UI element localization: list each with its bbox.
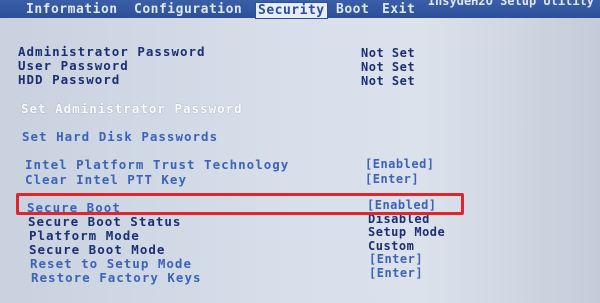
restore-factory-keys-item[interactable]: Restore Factory Keys [31,271,202,285]
menu-configuration[interactable]: Configuration [134,2,242,17]
reset-setup-mode-value[interactable]: [Enter] [369,252,423,266]
menu-bar: Information Configuration Security Boot … [0,0,600,19]
admin-password-value: Not Set [361,46,416,60]
user-password-value: Not Set [361,60,416,74]
user-password-label: User Password [18,58,129,73]
secure-boot-mode-label: Secure Boot Mode [29,242,166,257]
restore-factory-keys-value[interactable]: [Enter] [369,266,423,280]
platform-mode-label: Platform Mode [29,228,140,243]
set-admin-password-item[interactable]: Set Administrator Password [21,102,243,116]
admin-password-label: Administrator Password [18,44,206,59]
menu-information[interactable]: Information [26,2,118,17]
clear-ptt-key-value[interactable]: [Enter] [365,172,419,186]
platform-mode-value: Setup Mode [368,225,446,239]
intel-ptt-value[interactable]: [Enabled] [365,157,435,171]
menu-exit[interactable]: Exit [382,2,415,17]
set-hdd-passwords-item[interactable]: Set Hard Disk Passwords [22,130,218,144]
menu-boot[interactable]: Boot [336,2,369,17]
secure-boot-status-label: Secure Boot Status [28,214,182,229]
clear-ptt-key-item[interactable]: Clear Intel PTT Key [25,173,187,187]
hdd-password-value: Not Set [361,74,416,88]
hdd-password-label: HDD Password [18,72,121,87]
utility-title: InsydeH2O Setup Utility [427,0,594,8]
secure-boot-highlight-box [16,193,464,215]
bios-screen: Information Configuration Security Boot … [0,0,600,303]
security-panel: Administrator Password Not Set User Pass… [0,18,600,303]
menu-security[interactable]: Security [255,2,328,19]
intel-ptt-item[interactable]: Intel Platform Trust Technology [25,158,289,172]
secure-boot-mode-value: Custom [368,239,415,253]
reset-setup-mode-item[interactable]: Reset to Setup Mode [30,257,192,271]
